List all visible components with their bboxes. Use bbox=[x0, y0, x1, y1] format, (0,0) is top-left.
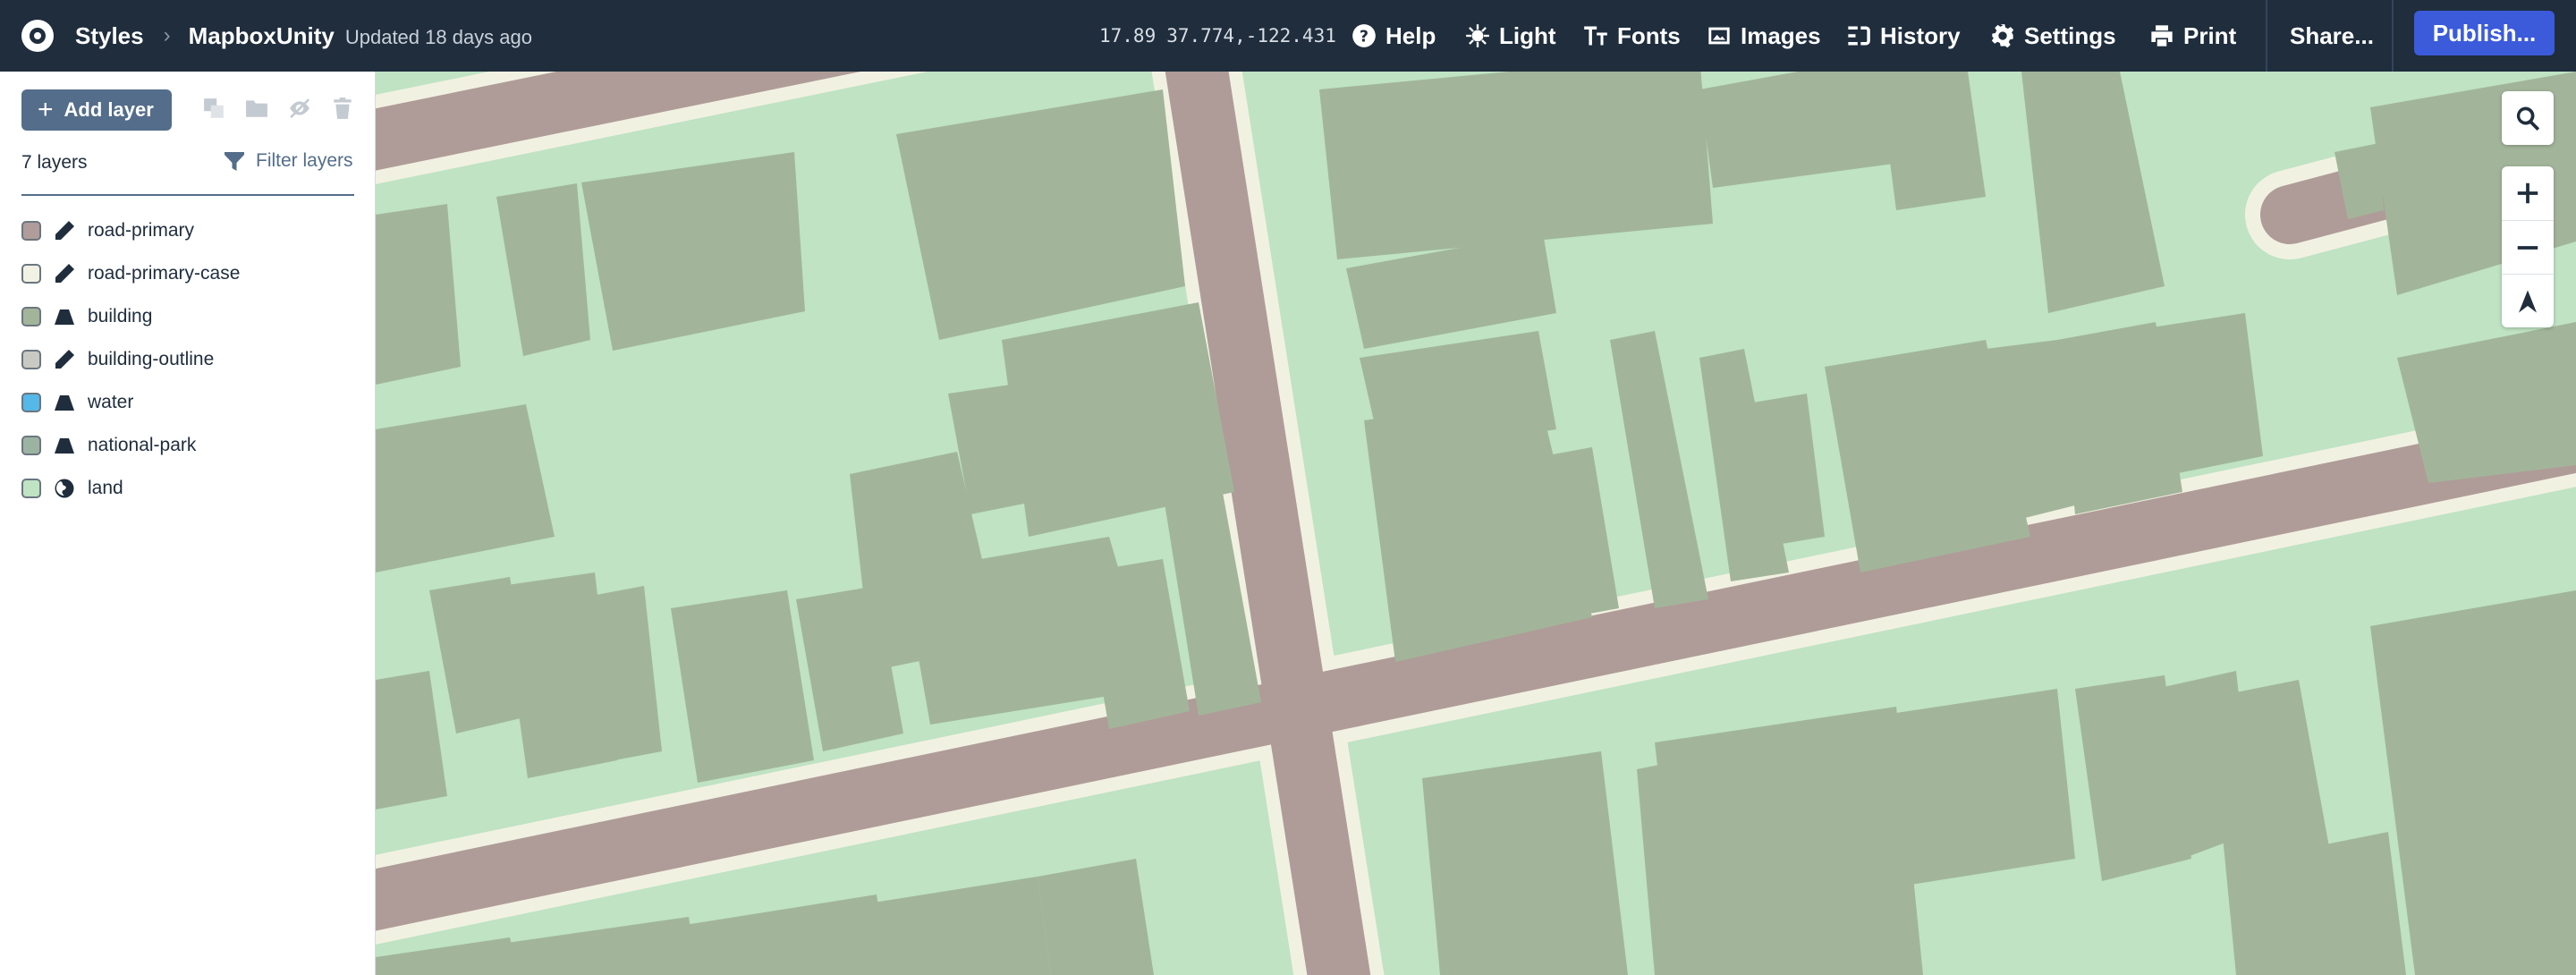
fonts-label: Fonts bbox=[1617, 21, 1681, 49]
nav-divider bbox=[2266, 0, 2267, 72]
navigation-control bbox=[2502, 166, 2554, 327]
chevron-right-icon: › bbox=[163, 23, 171, 47]
divider bbox=[21, 194, 354, 196]
brand: Styles › MapboxUnity Updated 18 days ago bbox=[0, 0, 532, 72]
light-label: Light bbox=[1499, 21, 1556, 49]
layer-name: building-outline bbox=[88, 349, 215, 369]
images-button[interactable]: Images bbox=[1707, 0, 1821, 72]
hide-layer-icon[interactable] bbox=[288, 97, 311, 120]
layer-name: building bbox=[88, 306, 153, 326]
layer-name: road-primary-case bbox=[88, 263, 241, 284]
nav-divider bbox=[2392, 0, 2394, 72]
print-label: Print bbox=[2183, 21, 2237, 49]
layer-item-building[interactable]: building bbox=[21, 295, 354, 338]
filter-layers-button[interactable]: Filter layers bbox=[224, 150, 353, 172]
pencil-icon bbox=[54, 220, 75, 242]
layer-item-land[interactable]: land bbox=[21, 467, 354, 510]
layer-name: road-primary bbox=[88, 220, 195, 241]
zoom-in-button[interactable] bbox=[2502, 166, 2554, 220]
mapbox-logo-icon[interactable] bbox=[21, 20, 54, 52]
svg-text:?: ? bbox=[1360, 28, 1368, 46]
top-bar: Styles › MapboxUnity Updated 18 days ago… bbox=[0, 0, 2576, 72]
history-label: History bbox=[1880, 21, 1961, 49]
zoom-out-button[interactable] bbox=[2502, 220, 2554, 274]
light-button[interactable]: Light bbox=[1465, 0, 1556, 72]
compass-north-icon bbox=[2519, 290, 2537, 312]
map-position-readout: 17.89 37.774,-122.431 bbox=[1099, 0, 1336, 72]
image-icon bbox=[1708, 27, 1730, 45]
search-button[interactable] bbox=[2502, 91, 2554, 145]
share-label: Share... bbox=[2290, 21, 2374, 49]
settings-label: Settings bbox=[2024, 21, 2116, 49]
fill-icon bbox=[54, 435, 75, 456]
fill-icon bbox=[54, 306, 75, 327]
sun-icon bbox=[1466, 24, 1489, 47]
add-layer-label: Add layer bbox=[64, 98, 154, 121]
duplicate-layer-icon[interactable] bbox=[202, 97, 225, 120]
search-icon bbox=[2516, 106, 2540, 131]
layer-item-national-park[interactable]: national-park bbox=[21, 424, 354, 467]
layer-color-swatch bbox=[21, 393, 41, 412]
folder-icon[interactable] bbox=[245, 97, 268, 120]
layer-list: road-primary road-primary-case building … bbox=[21, 209, 354, 510]
history-button[interactable]: History bbox=[1846, 0, 1961, 72]
layer-name: national-park bbox=[88, 435, 197, 455]
breadcrumb-styles[interactable]: Styles bbox=[75, 22, 144, 50]
layer-item-road-primary-case[interactable]: road-primary-case bbox=[21, 252, 354, 295]
filter-icon bbox=[225, 152, 244, 171]
filter-layers-label: Filter layers bbox=[256, 150, 353, 171]
plus-icon bbox=[2517, 182, 2538, 204]
layer-name: land bbox=[88, 478, 123, 498]
map-render bbox=[376, 72, 2576, 975]
add-layer-button[interactable]: + Add layer bbox=[21, 89, 172, 131]
layer-color-swatch bbox=[21, 307, 41, 326]
layers-panel: + Add layer 7 layers Filter layers road-… bbox=[0, 72, 376, 975]
settings-button[interactable]: Settings bbox=[1990, 0, 2116, 72]
help-icon: ? bbox=[1352, 24, 1376, 47]
printer-icon bbox=[2151, 25, 2173, 47]
layer-item-road-primary[interactable]: road-primary bbox=[21, 209, 354, 252]
share-button[interactable]: Share... bbox=[2290, 0, 2374, 72]
trash-icon[interactable] bbox=[331, 97, 354, 120]
fonts-button[interactable]: Fonts bbox=[1583, 0, 1681, 72]
globe-icon bbox=[54, 478, 75, 499]
gear-icon bbox=[1991, 24, 2014, 48]
fill-icon bbox=[54, 392, 75, 413]
compass-button[interactable] bbox=[2502, 274, 2554, 327]
print-button[interactable]: Print bbox=[2149, 0, 2236, 72]
pencil-icon bbox=[54, 349, 75, 370]
layer-item-water[interactable]: water bbox=[21, 381, 354, 424]
search-control bbox=[2502, 91, 2554, 145]
pencil-icon bbox=[54, 263, 75, 284]
help-label: Help bbox=[1385, 21, 1436, 49]
layer-color-swatch bbox=[21, 350, 41, 369]
layer-color-swatch bbox=[21, 436, 41, 455]
layer-color-swatch bbox=[21, 221, 41, 241]
plus-icon: + bbox=[38, 95, 54, 124]
minus-icon bbox=[2517, 245, 2538, 250]
map-canvas[interactable] bbox=[376, 72, 2576, 975]
history-icon bbox=[1848, 26, 1870, 46]
layer-color-swatch bbox=[21, 479, 41, 498]
layer-item-building-outline[interactable]: building-outline bbox=[21, 338, 354, 381]
help-button[interactable]: ? Help bbox=[1352, 0, 1436, 72]
zoom-level: 17.89 bbox=[1099, 25, 1157, 47]
updated-status: Updated 18 days ago bbox=[344, 25, 533, 48]
style-name[interactable]: MapboxUnity bbox=[189, 22, 335, 50]
layer-name: water bbox=[88, 392, 134, 412]
layer-color-swatch bbox=[21, 264, 41, 284]
layer-count: 7 layers bbox=[21, 152, 88, 173]
publish-button[interactable]: Publish... bbox=[2414, 11, 2555, 55]
center-coordinates: 37.774,-122.431 bbox=[1166, 25, 1336, 47]
images-label: Images bbox=[1741, 21, 1821, 49]
text-icon bbox=[1584, 26, 1607, 46]
